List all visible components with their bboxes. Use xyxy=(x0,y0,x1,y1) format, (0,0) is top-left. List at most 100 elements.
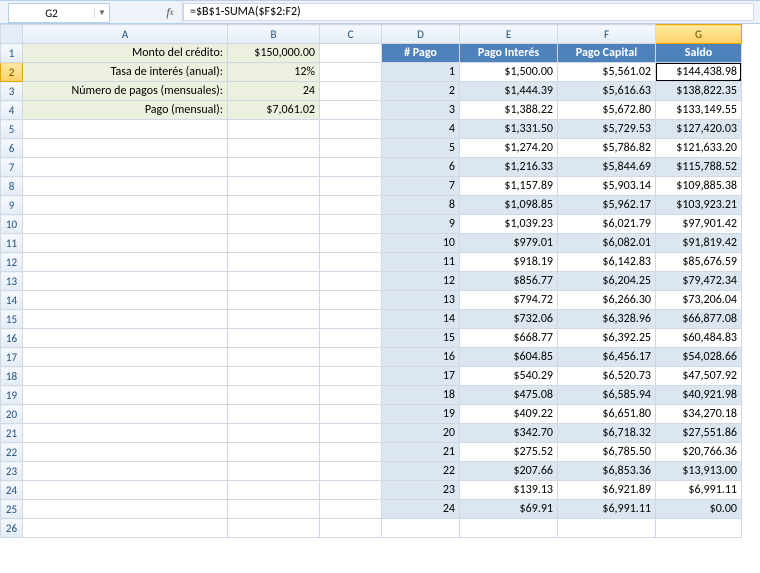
cell-E2[interactable]: $1,500.00 xyxy=(460,63,558,82)
cell-B12[interactable] xyxy=(228,253,320,272)
cell-B24[interactable] xyxy=(228,481,320,500)
cell-G4[interactable]: $133,149.55 xyxy=(656,101,742,120)
cell-D14[interactable]: 13 xyxy=(382,291,460,310)
cell-C15[interactable] xyxy=(320,310,382,329)
cell-D7[interactable]: 6 xyxy=(382,158,460,177)
cell-F1[interactable]: Pago Capital xyxy=(558,44,656,63)
cell-E18[interactable]: $540.29 xyxy=(460,367,558,386)
cell-C19[interactable] xyxy=(320,386,382,405)
cell-A24[interactable] xyxy=(23,481,228,500)
cell-F6[interactable]: $5,786.82 xyxy=(558,139,656,158)
cell-A13[interactable] xyxy=(23,272,228,291)
cell-B23[interactable] xyxy=(228,462,320,481)
column-header-F[interactable]: F xyxy=(558,25,656,44)
cell-F12[interactable]: $6,142.83 xyxy=(558,253,656,272)
cell-F16[interactable]: $6,392.25 xyxy=(558,329,656,348)
cell-A18[interactable] xyxy=(23,367,228,386)
cell-E22[interactable]: $275.52 xyxy=(460,443,558,462)
name-box[interactable]: G2 ▼ xyxy=(8,3,110,23)
cell-C17[interactable] xyxy=(320,348,382,367)
cell-F10[interactable]: $6,021.79 xyxy=(558,215,656,234)
cell-A4[interactable]: Pago (mensual): xyxy=(23,101,228,120)
cell-C11[interactable] xyxy=(320,234,382,253)
cell-C24[interactable] xyxy=(320,481,382,500)
cell-F21[interactable]: $6,718.32 xyxy=(558,424,656,443)
cell-D8[interactable]: 7 xyxy=(382,177,460,196)
cell-G9[interactable]: $103,923.21 xyxy=(656,196,742,215)
cell-F7[interactable]: $5,844.69 xyxy=(558,158,656,177)
cell-C2[interactable] xyxy=(320,63,382,82)
cell-F18[interactable]: $6,520.73 xyxy=(558,367,656,386)
cell-A25[interactable] xyxy=(23,500,228,519)
cell-E19[interactable]: $475.08 xyxy=(460,386,558,405)
cell-A8[interactable] xyxy=(23,177,228,196)
cell-G1[interactable]: Saldo xyxy=(656,44,742,63)
cell-C18[interactable] xyxy=(320,367,382,386)
cell-C8[interactable] xyxy=(320,177,382,196)
cell-G11[interactable]: $91,819.42 xyxy=(656,234,742,253)
cell-G23[interactable]: $13,913.00 xyxy=(656,462,742,481)
row-header-9[interactable]: 9 xyxy=(1,196,23,215)
cell-A10[interactable] xyxy=(23,215,228,234)
select-all-corner[interactable] xyxy=(1,25,23,44)
cell-G10[interactable]: $97,901.42 xyxy=(656,215,742,234)
cell-C25[interactable] xyxy=(320,500,382,519)
cell-G22[interactable]: $20,766.36 xyxy=(656,443,742,462)
cell-G18[interactable]: $47,507.92 xyxy=(656,367,742,386)
cell-F14[interactable]: $6,266.30 xyxy=(558,291,656,310)
column-header-B[interactable]: B xyxy=(228,25,320,44)
row-header-22[interactable]: 22 xyxy=(1,443,23,462)
cell-F11[interactable]: $6,082.01 xyxy=(558,234,656,253)
cell-B9[interactable] xyxy=(228,196,320,215)
cell-B16[interactable] xyxy=(228,329,320,348)
cell-E8[interactable]: $1,157.89 xyxy=(460,177,558,196)
cell-G13[interactable]: $79,472.34 xyxy=(656,272,742,291)
cell-E4[interactable]: $1,388.22 xyxy=(460,101,558,120)
cell-D22[interactable]: 21 xyxy=(382,443,460,462)
cell-E26[interactable] xyxy=(460,519,558,538)
cell-D19[interactable]: 18 xyxy=(382,386,460,405)
cell-D17[interactable]: 16 xyxy=(382,348,460,367)
cell-F26[interactable] xyxy=(558,519,656,538)
row-header-4[interactable]: 4 xyxy=(1,101,23,120)
cell-E23[interactable]: $207.66 xyxy=(460,462,558,481)
cell-E14[interactable]: $794.72 xyxy=(460,291,558,310)
dropdown-icon[interactable]: ▼ xyxy=(94,8,109,18)
column-header-A[interactable]: A xyxy=(23,25,228,44)
cell-B1[interactable]: $150,000.00 xyxy=(228,44,320,63)
cell-D5[interactable]: 4 xyxy=(382,120,460,139)
cell-G6[interactable]: $121,633.20 xyxy=(656,139,742,158)
row-header-25[interactable]: 25 xyxy=(1,500,23,519)
cell-A5[interactable] xyxy=(23,120,228,139)
cell-C23[interactable] xyxy=(320,462,382,481)
cell-D1[interactable]: # Pago xyxy=(382,44,460,63)
cell-F4[interactable]: $5,672.80 xyxy=(558,101,656,120)
cell-C4[interactable] xyxy=(320,101,382,120)
cell-F13[interactable]: $6,204.25 xyxy=(558,272,656,291)
cell-A12[interactable] xyxy=(23,253,228,272)
cell-D21[interactable]: 20 xyxy=(382,424,460,443)
cell-F24[interactable]: $6,921.89 xyxy=(558,481,656,500)
cell-A16[interactable] xyxy=(23,329,228,348)
row-header-23[interactable]: 23 xyxy=(1,462,23,481)
cell-G26[interactable] xyxy=(656,519,742,538)
cell-E5[interactable]: $1,331.50 xyxy=(460,120,558,139)
cell-C3[interactable] xyxy=(320,82,382,101)
cell-B17[interactable] xyxy=(228,348,320,367)
cell-B8[interactable] xyxy=(228,177,320,196)
column-header-C[interactable]: C xyxy=(320,25,382,44)
cell-F17[interactable]: $6,456.17 xyxy=(558,348,656,367)
cell-E13[interactable]: $856.77 xyxy=(460,272,558,291)
row-header-2[interactable]: 2 xyxy=(1,63,23,82)
cell-B26[interactable] xyxy=(228,519,320,538)
cell-F5[interactable]: $5,729.53 xyxy=(558,120,656,139)
cell-C16[interactable] xyxy=(320,329,382,348)
row-header-5[interactable]: 5 xyxy=(1,120,23,139)
cell-D15[interactable]: 14 xyxy=(382,310,460,329)
cell-E12[interactable]: $918.19 xyxy=(460,253,558,272)
formula-input[interactable]: =$B$1-SUMA($F$2:F2) xyxy=(183,3,754,21)
row-header-15[interactable]: 15 xyxy=(1,310,23,329)
cell-F3[interactable]: $5,616.63 xyxy=(558,82,656,101)
row-header-20[interactable]: 20 xyxy=(1,405,23,424)
cell-A2[interactable]: Tasa de interés (anual): xyxy=(23,63,228,82)
